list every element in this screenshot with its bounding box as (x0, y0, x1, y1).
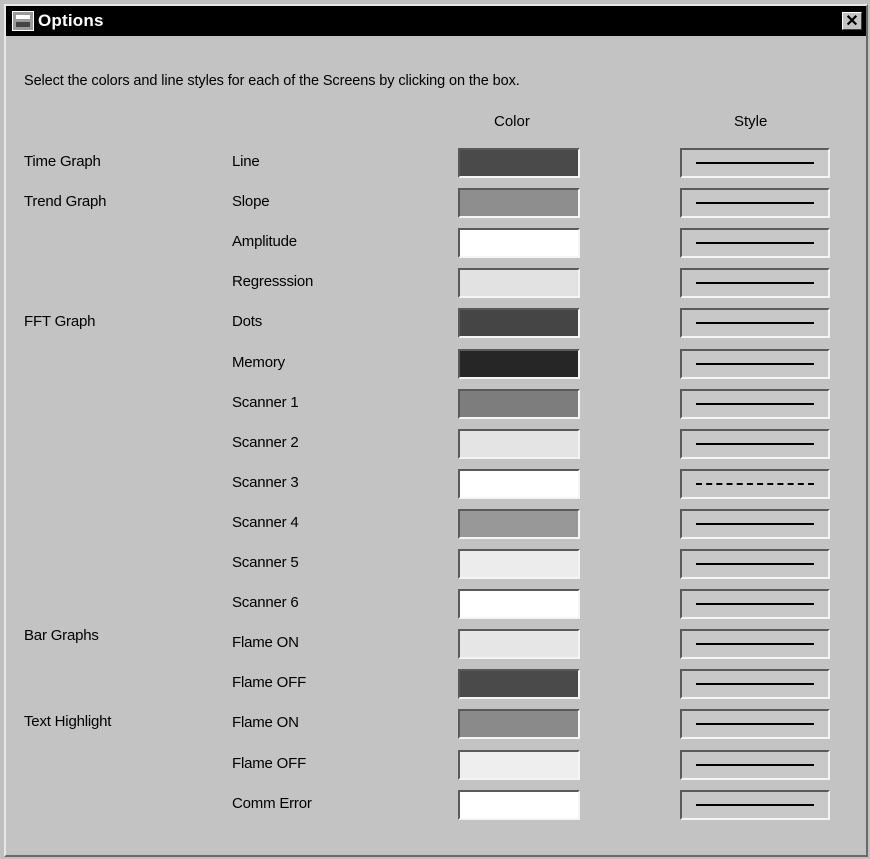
line-style-button[interactable] (680, 589, 830, 620)
solid-line-icon (696, 162, 814, 164)
solid-line-icon (696, 202, 814, 205)
solid-line-icon (696, 362, 814, 365)
close-button[interactable]: ✕ (842, 12, 862, 30)
group-label-time-graph: Time Graph (24, 153, 101, 170)
color-swatch-button[interactable] (458, 268, 580, 299)
color-swatch-button[interactable] (458, 308, 580, 339)
line-style-button[interactable] (680, 268, 830, 299)
group-label-trend-graph: Trend Graph (24, 193, 107, 210)
group-label-fft-graph: FFT Graph (24, 313, 96, 330)
row-label: Flame OFF (232, 754, 307, 772)
solid-line-icon (696, 282, 814, 285)
line-style-button[interactable] (680, 629, 830, 660)
row-label: Dots (232, 313, 263, 331)
row-label: Flame ON (232, 714, 299, 732)
color-swatch-button[interactable] (458, 228, 580, 259)
dashed-line-icon (696, 482, 814, 485)
row-label: Memory (232, 353, 285, 371)
row-label: Amplitude (232, 233, 297, 251)
color-swatch-button[interactable] (458, 669, 580, 700)
line-style-button[interactable] (680, 508, 830, 539)
row-label: Line (232, 153, 260, 170)
solid-line-icon (696, 242, 814, 245)
app-icon (12, 11, 34, 31)
color-swatch-button[interactable] (458, 388, 580, 419)
row-label: Scanner 6 (232, 594, 299, 612)
line-style-button[interactable] (680, 428, 830, 459)
solid-line-icon (696, 322, 814, 325)
color-swatch-button[interactable] (458, 428, 580, 459)
line-style-button[interactable] (680, 308, 830, 339)
color-swatch-button[interactable] (458, 148, 580, 178)
line-style-button[interactable] (680, 669, 830, 700)
color-swatch-button[interactable] (458, 549, 580, 579)
line-style-button[interactable] (680, 228, 830, 259)
color-swatch-button[interactable] (458, 709, 580, 740)
line-style-button[interactable] (680, 388, 830, 419)
solid-line-icon (696, 442, 814, 445)
row-label: Slope (232, 193, 270, 211)
solid-line-icon (696, 643, 814, 646)
row-label: Comm Error (232, 794, 312, 812)
row-label: Scanner 5 (232, 554, 299, 571)
solid-line-icon (696, 763, 814, 766)
solid-line-icon (696, 803, 814, 806)
color-swatch-button[interactable] (458, 629, 580, 660)
title-bar: Options ✕ (6, 6, 866, 36)
solid-line-icon (696, 522, 814, 525)
solid-line-icon (696, 563, 814, 565)
line-style-button[interactable] (680, 549, 830, 579)
line-style-button[interactable] (680, 468, 830, 499)
row-label: Flame ON (232, 634, 299, 652)
window-title: Options (38, 11, 104, 30)
row-label: Regresssion (232, 273, 314, 291)
line-style-button[interactable] (680, 789, 830, 820)
row-label: Scanner 2 (232, 433, 299, 451)
line-style-button[interactable] (680, 348, 830, 379)
solid-line-icon (696, 683, 814, 686)
color-swatch-button[interactable] (458, 348, 580, 379)
row-label: Flame OFF (232, 674, 307, 692)
color-swatch-button[interactable] (458, 508, 580, 539)
color-column-header: Color (494, 113, 530, 130)
group-label-bar-graphs: Bar Graphs (24, 627, 99, 644)
line-style-button[interactable] (680, 148, 830, 178)
style-column-header: Style (734, 113, 768, 130)
solid-line-icon (696, 603, 814, 606)
solid-line-icon (696, 723, 814, 726)
color-swatch-button[interactable] (458, 749, 580, 780)
row-label: Scanner 3 (232, 473, 299, 491)
color-swatch-button[interactable] (458, 589, 580, 620)
solid-line-icon (696, 402, 814, 405)
line-style-button[interactable] (680, 188, 830, 219)
row-label: Scanner 4 (232, 513, 299, 531)
row-label: Scanner 1 (232, 393, 299, 411)
line-style-button[interactable] (680, 709, 830, 740)
color-swatch-button[interactable] (458, 468, 580, 499)
color-swatch-button[interactable] (458, 789, 580, 820)
color-swatch-button[interactable] (458, 188, 580, 219)
instructions-text: Select the colors and line styles for ea… (24, 73, 520, 89)
options-dialog: Options ✕ Select the colors and line sty… (4, 4, 868, 857)
group-label-text-highlight: Text Highlight (24, 713, 112, 730)
line-style-button[interactable] (680, 749, 830, 780)
